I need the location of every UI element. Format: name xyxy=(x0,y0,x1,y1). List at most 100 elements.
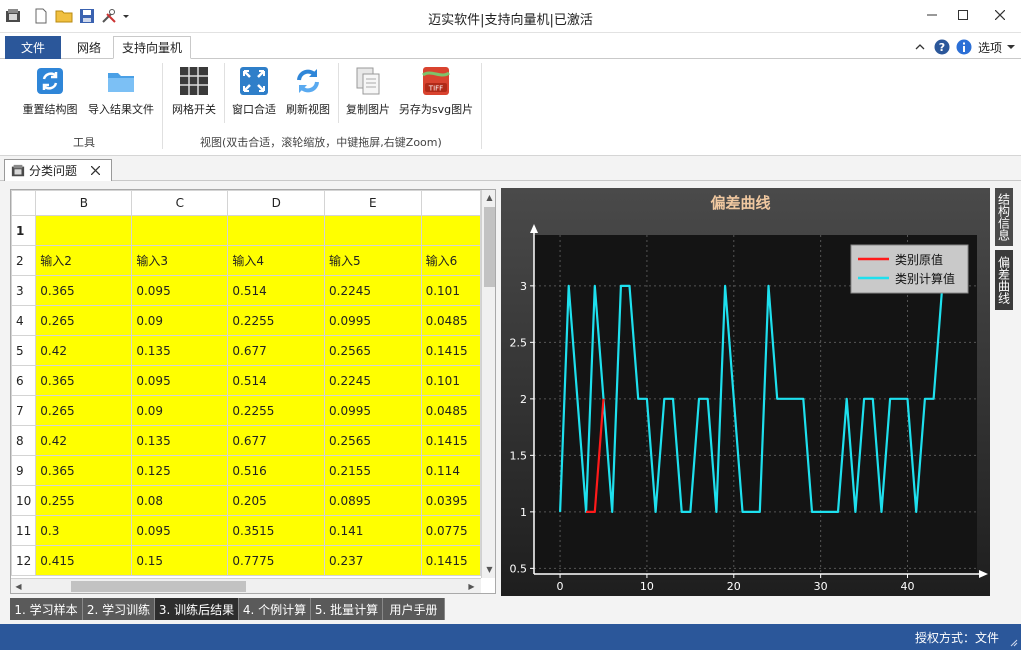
vertical-scrollbar[interactable]: ▲ ▼ xyxy=(481,190,495,578)
table-cell[interactable]: 0.0995 xyxy=(324,395,422,426)
table-cell[interactable]: 0.09 xyxy=(131,305,229,336)
table-cell[interactable]: 0.7775 xyxy=(227,545,325,576)
table-cell[interactable]: 0.3515 xyxy=(227,515,325,546)
table-cell[interactable]: 0.365 xyxy=(35,455,133,486)
row-header[interactable]: 2 xyxy=(11,245,37,276)
row-header[interactable]: 8 xyxy=(11,425,37,456)
deviation-chart-panel[interactable]: 偏差曲线 0 10 20 30 40 0.5 1 1.5 2 2.5 3 类别原值 类别计算值 xyxy=(501,188,990,596)
table-cell[interactable]: 0.095 xyxy=(131,515,229,546)
scroll-down-icon[interactable]: ▼ xyxy=(482,562,495,577)
column-header[interactable]: B xyxy=(35,190,133,216)
tab-user-manual[interactable]: 用户手册 xyxy=(383,598,445,620)
import-results-button[interactable]: 导入结果文件 xyxy=(85,65,157,121)
grid-toggle-button[interactable]: 网格开关 xyxy=(168,65,220,121)
table-cell[interactable]: 输入6 xyxy=(420,245,481,276)
table-cell[interactable]: 0.135 xyxy=(131,425,229,456)
copy-image-button[interactable]: 复制图片 xyxy=(342,65,394,121)
table-cell[interactable]: 0.114 xyxy=(420,455,481,486)
refresh-view-button[interactable]: 刷新视图 xyxy=(282,65,334,121)
row-header[interactable]: 11 xyxy=(11,515,37,546)
spreadsheet-grid[interactable]: B C D E 1 2 输入2 输入3 输入4 输入5 输入6 3 0.365 0.095 0.51… xyxy=(11,190,481,578)
table-cell[interactable]: 0.237 xyxy=(324,545,422,576)
table-cell[interactable]: 0.516 xyxy=(227,455,325,486)
table-cell[interactable]: 输入2 xyxy=(35,245,133,276)
table-cell[interactable]: 0.2245 xyxy=(324,365,422,396)
row-header[interactable]: 10 xyxy=(11,485,37,516)
horizontal-scrollbar[interactable]: ◀ ▶ xyxy=(11,578,481,593)
table-cell[interactable]: 0.1415 xyxy=(420,545,481,576)
close-icon[interactable] xyxy=(91,166,101,175)
table-cell[interactable]: 0.0995 xyxy=(324,305,422,336)
table-cell[interactable]: 0.0895 xyxy=(324,485,422,516)
table-cell[interactable]: 0.514 xyxy=(227,365,325,396)
table-cell[interactable] xyxy=(131,215,229,246)
tab-network[interactable]: 网络 xyxy=(67,36,111,59)
fit-window-button[interactable]: 窗口合适 xyxy=(228,65,280,121)
collapse-ribbon-icon[interactable] xyxy=(913,38,927,56)
side-tab-deviation-curve[interactable]: 偏差曲线 xyxy=(995,250,1013,310)
table-cell[interactable]: 0.1415 xyxy=(420,335,481,366)
table-cell[interactable]: 0.095 xyxy=(131,365,229,396)
table-cell[interactable]: 0.0395 xyxy=(420,485,481,516)
row-header[interactable]: 7 xyxy=(11,395,37,426)
table-cell[interactable]: 0.265 xyxy=(35,395,133,426)
scroll-up-icon[interactable]: ▲ xyxy=(482,190,495,205)
table-cell[interactable]: 0.365 xyxy=(35,275,133,306)
table-cell[interactable]: 0.265 xyxy=(35,305,133,336)
table-cell[interactable] xyxy=(35,215,133,246)
table-cell[interactable]: 0.0485 xyxy=(420,395,481,426)
tab-training-results[interactable]: 3. 训练后结果 xyxy=(155,598,239,620)
table-cell[interactable]: 0.415 xyxy=(35,545,133,576)
table-cell[interactable]: 0.514 xyxy=(227,275,325,306)
row-header[interactable]: 5 xyxy=(11,335,37,366)
options-menu[interactable]: 选项 xyxy=(978,38,1020,56)
tab-file[interactable]: 文件 xyxy=(5,36,61,59)
table-cell[interactable]: 0.3 xyxy=(35,515,133,546)
table-cell[interactable]: 0.0485 xyxy=(420,305,481,336)
table-cell[interactable]: 0.255 xyxy=(35,485,133,516)
table-cell[interactable]: 0.42 xyxy=(35,335,133,366)
table-cell[interactable]: 0.0775 xyxy=(420,515,481,546)
table-cell[interactable]: 0.15 xyxy=(131,545,229,576)
column-header[interactable] xyxy=(420,190,481,216)
reset-structure-button[interactable]: 重置结构图 xyxy=(20,65,80,121)
save-svg-button[interactable]: TIFF 另存为svg图片 xyxy=(396,65,476,121)
side-tab-structure-info[interactable]: 结构信息 xyxy=(995,188,1013,246)
tab-batch-calc[interactable]: 5. 批量计算 xyxy=(311,598,383,620)
table-cell[interactable]: 0.135 xyxy=(131,335,229,366)
table-cell[interactable] xyxy=(420,215,481,246)
table-cell[interactable]: 0.09 xyxy=(131,395,229,426)
deviation-chart[interactable]: 偏差曲线 0 10 20 30 40 0.5 1 1.5 2 2.5 3 类别原值类别计算值 xyxy=(501,188,990,596)
minimize-button[interactable] xyxy=(917,4,947,26)
tab-svm[interactable]: 支持向量机 xyxy=(113,36,191,59)
table-cell[interactable]: 0.08 xyxy=(131,485,229,516)
tab-learning-samples[interactable]: 1. 学习样本 xyxy=(10,598,83,620)
doc-tab-classification[interactable]: 分类问题 xyxy=(4,159,112,181)
scroll-left-icon[interactable]: ◀ xyxy=(11,579,26,593)
table-cell[interactable]: 0.2255 xyxy=(227,395,325,426)
table-cell[interactable]: 输入3 xyxy=(131,245,229,276)
table-cell[interactable]: 0.2255 xyxy=(227,305,325,336)
column-header[interactable]: E xyxy=(324,190,422,216)
table-cell[interactable] xyxy=(227,215,325,246)
table-cell[interactable] xyxy=(324,215,422,246)
table-cell[interactable]: 输入5 xyxy=(324,245,422,276)
column-header[interactable]: C xyxy=(131,190,229,216)
table-cell[interactable]: 0.365 xyxy=(35,365,133,396)
tab-single-calc[interactable]: 4. 个例计算 xyxy=(239,598,311,620)
table-cell[interactable]: 0.095 xyxy=(131,275,229,306)
table-cell[interactable]: 0.2565 xyxy=(324,335,422,366)
row-header[interactable]: 4 xyxy=(11,305,37,336)
table-cell[interactable]: 0.101 xyxy=(420,365,481,396)
table-cell[interactable]: 0.125 xyxy=(131,455,229,486)
table-cell[interactable]: 输入4 xyxy=(227,245,325,276)
row-header[interactable]: 9 xyxy=(11,455,37,486)
row-header[interactable]: 1 xyxy=(11,215,37,246)
table-cell[interactable]: 0.101 xyxy=(420,275,481,306)
info-icon[interactable] xyxy=(955,38,973,56)
table-cell[interactable]: 0.42 xyxy=(35,425,133,456)
row-header[interactable]: 3 xyxy=(11,275,37,306)
table-cell[interactable]: 0.1415 xyxy=(420,425,481,456)
horizontal-scroll-thumb[interactable] xyxy=(71,581,246,592)
column-header[interactable]: D xyxy=(227,190,325,216)
